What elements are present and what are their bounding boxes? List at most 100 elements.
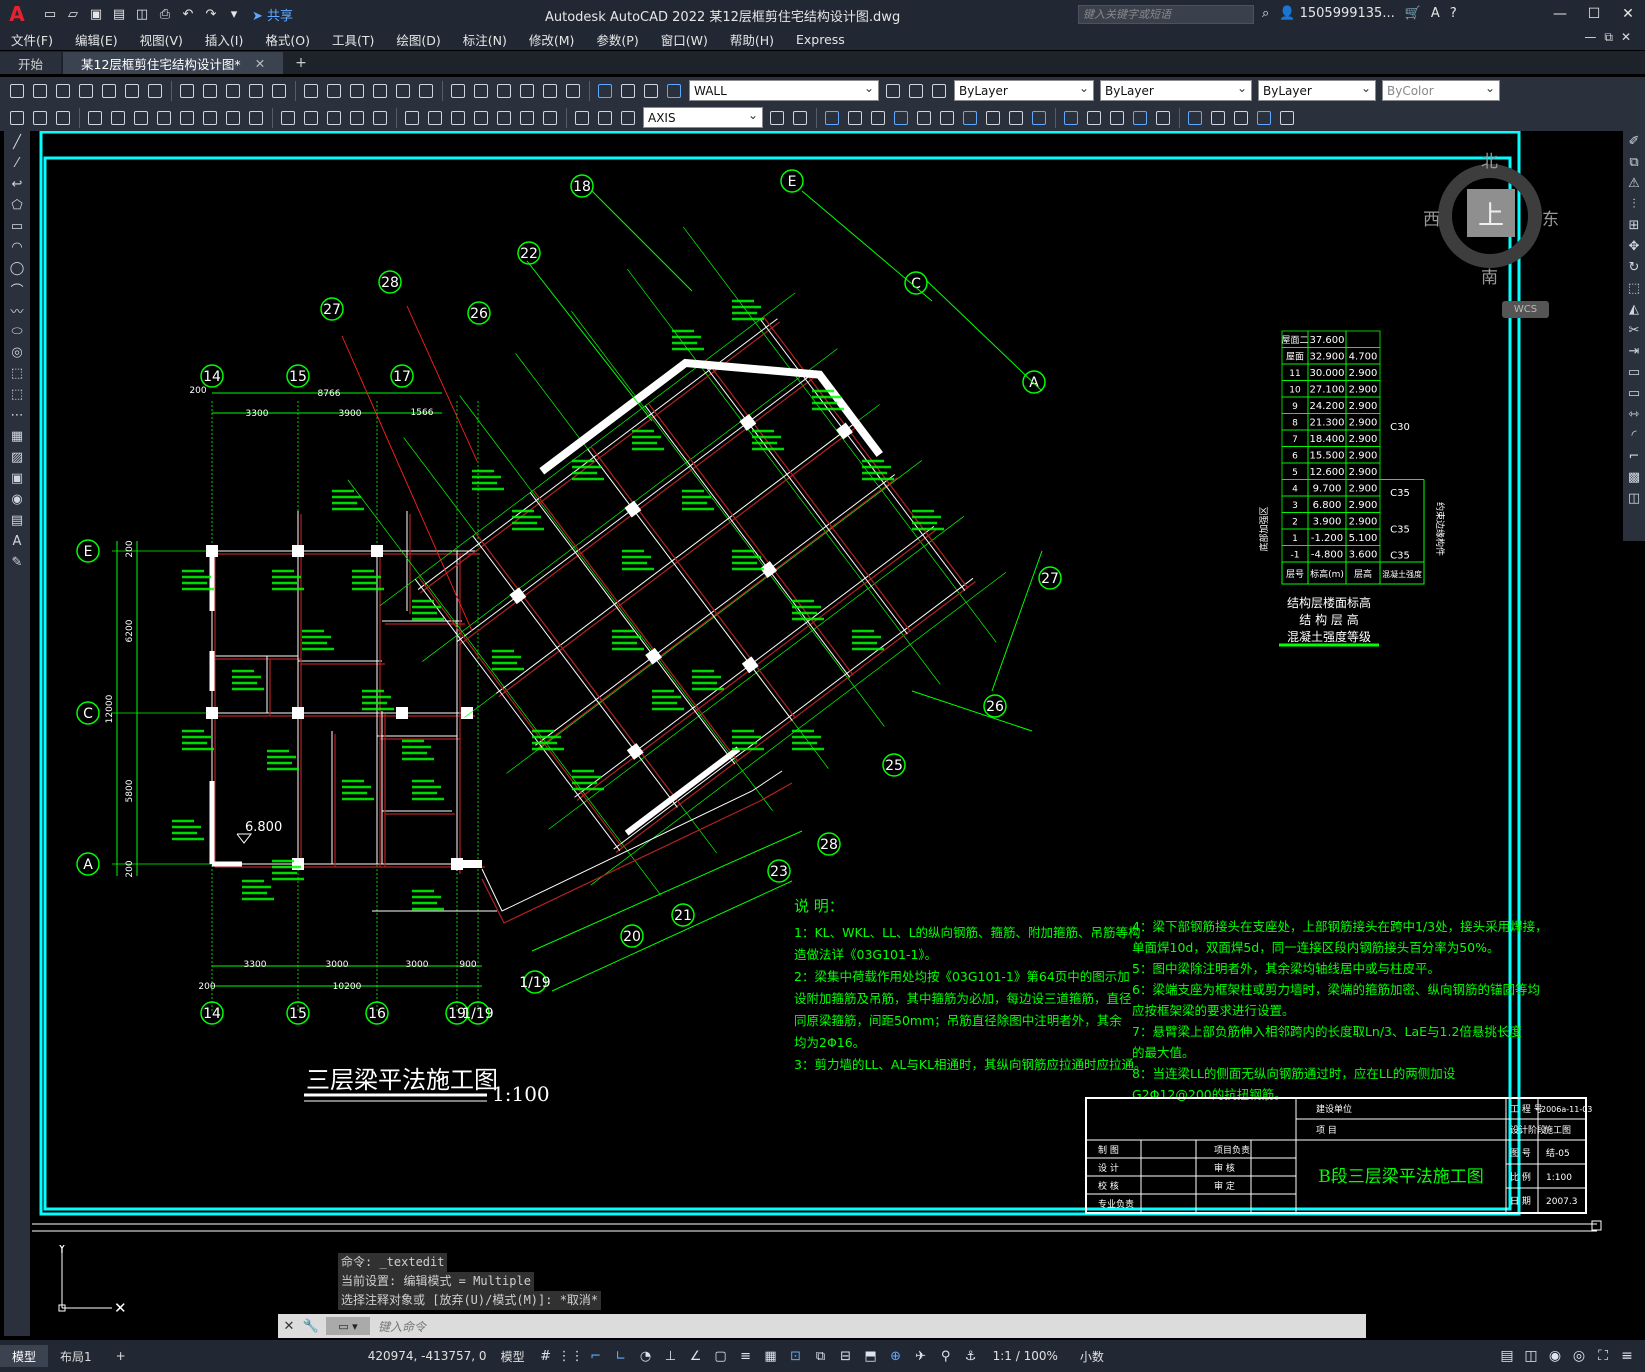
viewcube-face-top[interactable]: 上 [1467, 189, 1515, 237]
modify-tool-icon[interactable] [1028, 107, 1050, 129]
plot-icon[interactable]: ⎙ [155, 4, 175, 24]
axis-label[interactable]: 22 [517, 241, 541, 265]
hardware-acceleration-icon[interactable]: ◎ [1567, 1345, 1591, 1367]
view-tool-icon[interactable] [346, 80, 368, 102]
quick-properties-icon[interactable]: ▤ [1495, 1345, 1519, 1367]
modify-tool-icon[interactable]: ◜ [1624, 425, 1644, 446]
axis-label[interactable]: C [76, 701, 100, 725]
axis-label[interactable]: 18 [570, 174, 594, 198]
lineweight-dropdown[interactable]: ByLayer [1258, 80, 1376, 101]
minimize-icon[interactable]: — [1543, 0, 1577, 28]
axis-label[interactable]: 25 [882, 753, 906, 777]
units-selector[interactable]: 小数 [1080, 1348, 1104, 1365]
search-icon[interactable]: ⌕ [1262, 6, 1269, 21]
properties-tool-icon[interactable] [516, 80, 538, 102]
modify-tool-icon[interactable] [867, 107, 889, 129]
menu-item[interactable]: 绘图(D) [385, 30, 451, 49]
draw-tool-icon[interactable]: ↩ [6, 174, 28, 194]
standard-tool-icon[interactable] [75, 80, 97, 102]
tab-model[interactable]: 模型 [0, 1345, 49, 1367]
status-toggle-icon[interactable]: ⬒ [860, 1345, 882, 1367]
modify-tool-icon[interactable]: ⫶ [1624, 194, 1644, 215]
draw-tool-icon[interactable]: ▨ [6, 447, 28, 467]
autocad-logo-icon[interactable]: A [0, 0, 34, 28]
layer-state-icon[interactable] [617, 80, 639, 102]
new-tab-icon[interactable]: + [285, 52, 317, 74]
axis-label[interactable]: 1/19 [462, 1001, 494, 1025]
draw-tool-icon[interactable]: ╱ [6, 132, 28, 152]
view-tool-icon[interactable] [323, 80, 345, 102]
axis-label[interactable]: 26 [983, 694, 1007, 718]
dimstyle-icon[interactable] [789, 107, 811, 129]
layer-tool-icon[interactable] [905, 80, 927, 102]
dimension-tool-icon[interactable] [539, 107, 561, 129]
command-input[interactable]: 键入命令 [370, 1318, 1366, 1335]
modify-tool-icon[interactable] [1276, 107, 1298, 129]
view-tool-icon[interactable] [300, 80, 322, 102]
axis-label[interactable]: 27 [1038, 566, 1062, 590]
properties-tool-icon[interactable] [447, 80, 469, 102]
help-icon[interactable]: ? [1450, 6, 1457, 21]
undo-icon[interactable]: ↶ [178, 4, 198, 24]
draw-tool-icon[interactable]: ▤ [6, 510, 28, 530]
status-toggle-icon[interactable]: ∠ [685, 1345, 707, 1367]
viewcube[interactable]: 上 北 南 西 东 [1423, 150, 1559, 288]
customize-qat-icon[interactable]: ▾ [224, 4, 244, 24]
modify-tool-icon[interactable] [1083, 107, 1105, 129]
dimension-edit-icon[interactable] [300, 107, 322, 129]
dimension-tool-icon[interactable] [84, 107, 106, 129]
properties-tool-icon[interactable] [539, 80, 561, 102]
modify-tool-icon[interactable] [959, 107, 981, 129]
axis-label[interactable]: 27 [320, 297, 344, 321]
status-toggle-icon[interactable]: ⧉ [810, 1345, 832, 1367]
status-toggle-icon[interactable]: ⋮⋮ [558, 1345, 584, 1367]
plotstyle-dropdown[interactable]: ByColor [1382, 80, 1500, 101]
draw-tool-icon[interactable]: ⌒ [6, 279, 28, 299]
dimension-tool-icon[interactable] [130, 107, 152, 129]
menu-item[interactable]: 视图(V) [129, 30, 194, 49]
modify-tool-icon[interactable]: ◫ [1624, 488, 1644, 509]
status-toggle-icon[interactable]: ⊕ [885, 1345, 907, 1367]
draw-tool-icon[interactable]: ▭ [6, 216, 28, 236]
isolate-objects-icon[interactable]: ◉ [1543, 1345, 1567, 1367]
status-toggle-icon[interactable]: ≡ [735, 1345, 757, 1367]
modify-tool-icon[interactable] [1106, 107, 1128, 129]
standard-tool-icon[interactable] [98, 80, 120, 102]
status-toggle-icon[interactable]: # [535, 1345, 557, 1367]
draw-tool-icon[interactable]: 〰 [6, 300, 28, 320]
redo-icon[interactable]: ↷ [201, 4, 221, 24]
dimstyle-icon[interactable] [766, 107, 788, 129]
dimension-tool-icon[interactable] [245, 107, 267, 129]
axis-label[interactable]: 28 [817, 832, 841, 856]
modify-tool-icon[interactable]: ⊞ [1624, 215, 1644, 236]
axis-label[interactable]: 14 [200, 364, 224, 388]
modify-tool-icon[interactable]: ⚠ [1624, 173, 1644, 194]
axis-label[interactable]: E [76, 539, 100, 563]
axis-label[interactable]: 15 [286, 1001, 310, 1025]
draw-tool-icon[interactable]: ⬠ [6, 195, 28, 215]
status-toggle-icon[interactable]: ⚲ [935, 1345, 957, 1367]
status-toggle-icon[interactable]: ⌐ [585, 1345, 607, 1367]
menu-item[interactable]: 工具(T) [321, 30, 385, 49]
dimension-tool-icon[interactable] [107, 107, 129, 129]
properties-tool-icon[interactable] [493, 80, 515, 102]
draw-order-icon[interactable] [29, 107, 51, 129]
dimension-update-icon[interactable] [594, 107, 616, 129]
properties-tool-icon[interactable] [470, 80, 492, 102]
draw-order-icon[interactable] [52, 107, 74, 129]
modify-tool-icon[interactable] [1152, 107, 1174, 129]
standard-tool-icon[interactable] [29, 80, 51, 102]
draw-tool-icon[interactable]: ◎ [6, 342, 28, 362]
dimension-tool-icon[interactable] [176, 107, 198, 129]
menu-item[interactable]: 文件(F) [0, 30, 64, 49]
view-tool-icon[interactable] [415, 80, 437, 102]
modify-tool-icon[interactable]: ⬚ [1624, 278, 1644, 299]
customize-command-icon[interactable]: 🔧 [300, 1319, 322, 1334]
modify-tool-icon[interactable]: ⇥ [1624, 341, 1644, 362]
modify-tool-icon[interactable]: ▭ [1624, 362, 1644, 383]
dimension-tool-icon[interactable] [493, 107, 515, 129]
wcs-menu[interactable]: WCS [1502, 301, 1549, 318]
menu-item[interactable]: 格式(O) [254, 30, 321, 49]
status-toggle-icon[interactable]: ⊥ [660, 1345, 682, 1367]
draw-tool-icon[interactable]: ⬭ [6, 321, 28, 341]
